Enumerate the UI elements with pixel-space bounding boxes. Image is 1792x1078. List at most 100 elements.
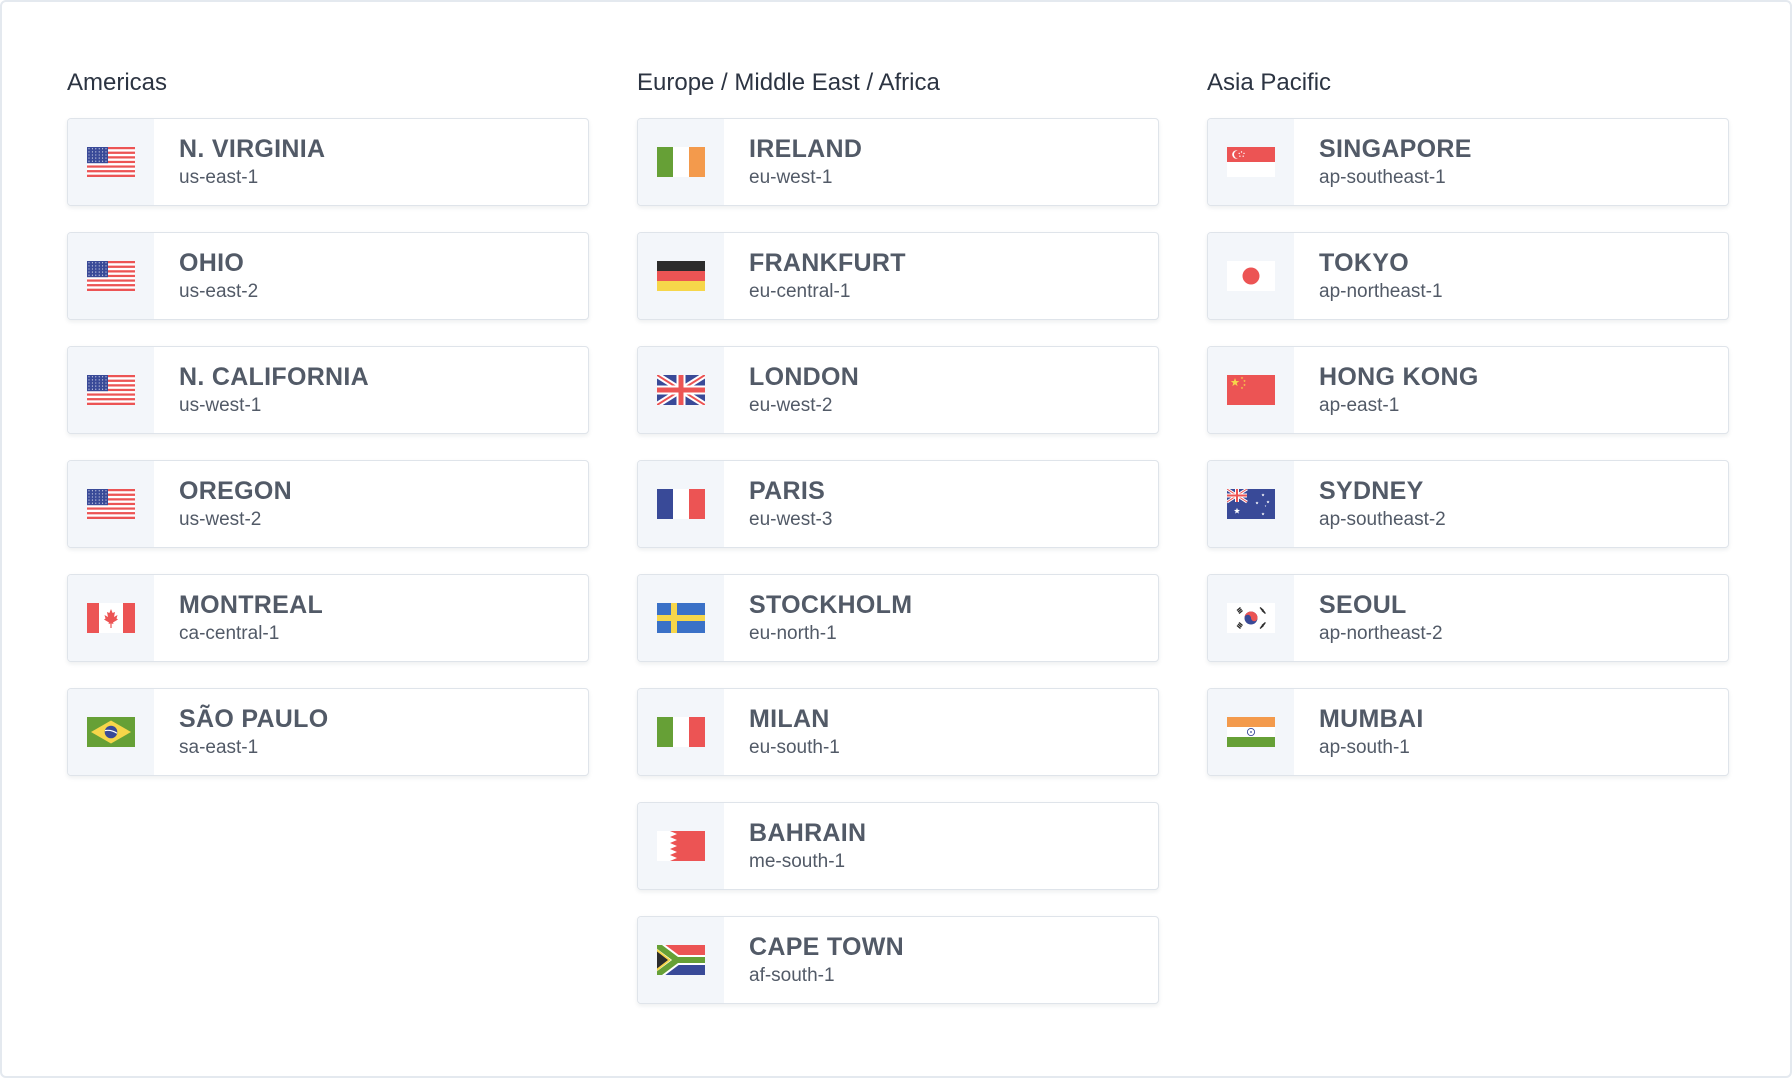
region-card-text: MILAN eu-south-1: [724, 689, 840, 775]
region-city-name: CAPE TOWN: [749, 932, 905, 961]
region-code: us-east-1: [179, 166, 259, 188]
region-card-eu-south-1[interactable]: MILAN eu-south-1: [637, 688, 1159, 776]
region-code: ap-southeast-1: [1319, 166, 1446, 188]
region-code: me-south-1: [749, 850, 846, 872]
region-city-name: PARIS: [749, 476, 826, 505]
us-flag-icon: [68, 347, 154, 433]
region-card-ap-southeast-2[interactable]: SYDNEY ap-southeast-2: [1207, 460, 1729, 548]
region-city-name: TOKYO: [1319, 248, 1409, 277]
region-card-ap-southeast-1[interactable]: SINGAPORE ap-southeast-1: [1207, 118, 1729, 206]
region-code: af-south-1: [749, 964, 835, 986]
china-flag-icon: [1208, 347, 1294, 433]
region-card-ap-east-1[interactable]: HONG KONG ap-east-1: [1207, 346, 1729, 434]
region-code: ap-southeast-2: [1319, 508, 1446, 530]
region-group-asia-pacific: Asia Pacific SINGAPORE ap-southeast-1 TOKY…: [1207, 66, 1729, 802]
sweden-flag-icon: [638, 575, 724, 661]
bahrain-flag-icon: [638, 803, 724, 889]
region-card-text: LONDON eu-west-2: [724, 347, 859, 433]
region-card-text: MONTREAL ca-central-1: [154, 575, 323, 661]
region-city-name: SINGAPORE: [1319, 134, 1472, 163]
region-city-name: N. CALIFORNIA: [179, 362, 369, 391]
region-card-text: TOKYO ap-northeast-1: [1294, 233, 1443, 319]
region-code: us-west-1: [179, 394, 262, 416]
region-group-title: Europe / Middle East / Africa: [637, 69, 940, 96]
region-city-name: MUMBAI: [1319, 704, 1424, 733]
germany-flag-icon: [638, 233, 724, 319]
region-card-ap-northeast-1[interactable]: TOKYO ap-northeast-1: [1207, 232, 1729, 320]
region-card-me-south-1[interactable]: BAHRAIN me-south-1: [637, 802, 1159, 890]
region-card-text: SÃO PAULO sa-east-1: [154, 689, 328, 775]
region-card-eu-west-2[interactable]: LONDON eu-west-2: [637, 346, 1159, 434]
region-card-text: OHIO us-east-2: [154, 233, 258, 319]
region-code: eu-central-1: [749, 280, 851, 302]
region-code: eu-north-1: [749, 622, 837, 644]
region-card-eu-west-1[interactable]: IRELAND eu-west-1: [637, 118, 1159, 206]
region-card-eu-north-1[interactable]: STOCKHOLM eu-north-1: [637, 574, 1159, 662]
region-card-us-west-1[interactable]: N. CALIFORNIA us-west-1: [67, 346, 589, 434]
region-code: us-east-2: [179, 280, 259, 302]
region-city-name: OREGON: [179, 476, 292, 505]
region-city-name: MONTREAL: [179, 590, 324, 619]
region-card-us-east-1[interactable]: N. VIRGINIA us-east-1: [67, 118, 589, 206]
region-code: ap-northeast-1: [1319, 280, 1443, 302]
uk-flag-icon: [638, 347, 724, 433]
south-korea-flag-icon: [1208, 575, 1294, 661]
brazil-flag-icon: [68, 689, 154, 775]
region-city-name: SÃO PAULO: [179, 704, 329, 733]
japan-flag-icon: [1208, 233, 1294, 319]
region-card-ap-south-1[interactable]: MUMBAI ap-south-1: [1207, 688, 1729, 776]
canada-flag-icon: [68, 575, 154, 661]
region-city-name: STOCKHOLM: [749, 590, 913, 619]
region-card-eu-central-1[interactable]: FRANKFURT eu-central-1: [637, 232, 1159, 320]
region-card-text: FRANKFURT eu-central-1: [724, 233, 906, 319]
region-card-text: MUMBAI ap-south-1: [1294, 689, 1424, 775]
region-card-text: BAHRAIN me-south-1: [724, 803, 866, 889]
region-card-us-west-2[interactable]: OREGON us-west-2: [67, 460, 589, 548]
region-city-name: MILAN: [749, 704, 830, 733]
region-card-af-south-1[interactable]: CAPE TOWN af-south-1: [637, 916, 1159, 1004]
singapore-flag-icon: [1208, 119, 1294, 205]
region-card-text: STOCKHOLM eu-north-1: [724, 575, 912, 661]
region-group-emea: Europe / Middle East / Africa IRELAND eu-…: [637, 66, 1159, 1030]
region-code: eu-west-3: [749, 508, 833, 530]
region-card-ap-northeast-2[interactable]: SEOUL ap-northeast-2: [1207, 574, 1729, 662]
region-card-text: N. VIRGINIA us-east-1: [154, 119, 325, 205]
region-code: ap-east-1: [1319, 394, 1400, 416]
region-city-name: N. VIRGINIA: [179, 134, 326, 163]
region-card-list: N. VIRGINIA us-east-1 OHIO us-east-2 N. CALI…: [67, 118, 589, 776]
region-city-name: LONDON: [749, 362, 860, 391]
ireland-flag-icon: [638, 119, 724, 205]
us-flag-icon: [68, 233, 154, 319]
south-africa-flag-icon: [638, 917, 724, 1003]
region-card-list: SINGAPORE ap-southeast-1 TOKYO ap-northeast…: [1207, 118, 1729, 776]
region-card-us-east-2[interactable]: OHIO us-east-2: [67, 232, 589, 320]
region-group-americas: Americas N. VIRGINIA us-east-1 OHIO us-east…: [67, 66, 589, 802]
france-flag-icon: [638, 461, 724, 547]
region-card-text: IRELAND eu-west-1: [724, 119, 862, 205]
italy-flag-icon: [638, 689, 724, 775]
region-city-name: BAHRAIN: [749, 818, 867, 847]
us-flag-icon: [68, 461, 154, 547]
region-card-text: PARIS eu-west-3: [724, 461, 832, 547]
region-city-name: SYDNEY: [1319, 476, 1424, 505]
india-flag-icon: [1208, 689, 1294, 775]
region-code: eu-south-1: [749, 736, 840, 758]
region-code: us-west-2: [179, 508, 262, 530]
region-selector-panel: Americas N. VIRGINIA us-east-1 OHIO us-east…: [0, 0, 1792, 1078]
region-card-list: IRELAND eu-west-1 FRANKFURT eu-central-1 LO…: [637, 118, 1159, 1004]
region-card-text: CAPE TOWN af-south-1: [724, 917, 904, 1003]
region-card-ca-central-1[interactable]: MONTREAL ca-central-1: [67, 574, 589, 662]
region-group-title: Americas: [67, 69, 168, 96]
region-card-text: SYDNEY ap-southeast-2: [1294, 461, 1446, 547]
australia-flag-icon: [1208, 461, 1294, 547]
region-city-name: IRELAND: [749, 134, 863, 163]
region-city-name: FRANKFURT: [749, 248, 906, 277]
region-group-title: Asia Pacific: [1207, 69, 1332, 96]
region-card-sa-east-1[interactable]: SÃO PAULO sa-east-1: [67, 688, 589, 776]
region-card-text: HONG KONG ap-east-1: [1294, 347, 1479, 433]
region-code: eu-west-2: [749, 394, 833, 416]
region-code: ap-northeast-2: [1319, 622, 1443, 644]
region-card-text: SINGAPORE ap-southeast-1: [1294, 119, 1472, 205]
region-city-name: OHIO: [179, 248, 245, 277]
region-card-eu-west-3[interactable]: PARIS eu-west-3: [637, 460, 1159, 548]
